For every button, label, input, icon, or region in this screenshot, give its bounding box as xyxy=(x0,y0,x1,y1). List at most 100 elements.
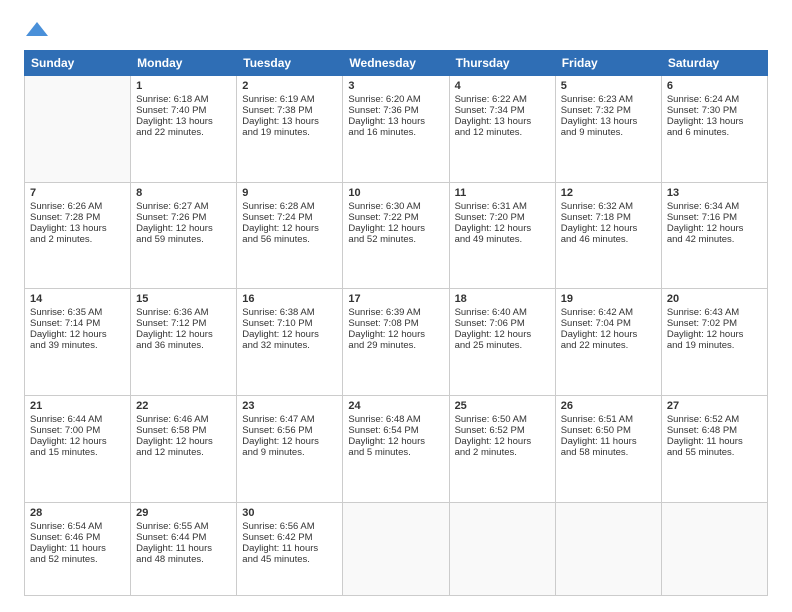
logo xyxy=(24,20,50,38)
calendar-cell: 6Sunrise: 6:24 AMSunset: 7:30 PMDaylight… xyxy=(661,76,767,183)
day-number: 5 xyxy=(561,80,656,92)
cell-info-line: and 39 minutes. xyxy=(30,340,125,351)
cell-info-line: Sunrise: 6:26 AM xyxy=(30,201,125,212)
day-number: 26 xyxy=(561,400,656,412)
day-number: 23 xyxy=(242,400,337,412)
cell-info-line: Sunset: 7:16 PM xyxy=(667,212,762,223)
cell-info-line: and 12 minutes. xyxy=(455,127,550,138)
cell-info-line: Daylight: 12 hours xyxy=(30,436,125,447)
day-number: 4 xyxy=(455,80,550,92)
cell-info-line: Sunset: 7:08 PM xyxy=(348,318,443,329)
calendar-cell: 20Sunrise: 6:43 AMSunset: 7:02 PMDayligh… xyxy=(661,289,767,396)
cell-info-line: Daylight: 12 hours xyxy=(136,329,231,340)
cell-info-line: and 25 minutes. xyxy=(455,340,550,351)
calendar-cell: 24Sunrise: 6:48 AMSunset: 6:54 PMDayligh… xyxy=(343,395,449,502)
day-number: 14 xyxy=(30,293,125,305)
cell-info-line: Sunrise: 6:27 AM xyxy=(136,201,231,212)
calendar-cell: 3Sunrise: 6:20 AMSunset: 7:36 PMDaylight… xyxy=(343,76,449,183)
col-header-tuesday: Tuesday xyxy=(237,51,343,76)
col-header-thursday: Thursday xyxy=(449,51,555,76)
cell-info-line: Sunset: 7:30 PM xyxy=(667,105,762,116)
cell-info-line: Sunset: 7:12 PM xyxy=(136,318,231,329)
calendar-cell: 27Sunrise: 6:52 AMSunset: 6:48 PMDayligh… xyxy=(661,395,767,502)
cell-info-line: and 19 minutes. xyxy=(667,340,762,351)
cell-info-line: and 48 minutes. xyxy=(136,554,231,565)
cell-info-line: Sunset: 6:46 PM xyxy=(30,532,125,543)
calendar-cell: 15Sunrise: 6:36 AMSunset: 7:12 PMDayligh… xyxy=(131,289,237,396)
day-number: 7 xyxy=(30,187,125,199)
day-number: 11 xyxy=(455,187,550,199)
cell-info-line: Daylight: 11 hours xyxy=(242,543,337,554)
cell-info-line: and 52 minutes. xyxy=(30,554,125,565)
cell-info-line: and 52 minutes. xyxy=(348,234,443,245)
cell-info-line: Sunset: 7:34 PM xyxy=(455,105,550,116)
cell-info-line: and 5 minutes. xyxy=(348,447,443,458)
day-number: 8 xyxy=(136,187,231,199)
calendar-cell: 30Sunrise: 6:56 AMSunset: 6:42 PMDayligh… xyxy=(237,502,343,595)
calendar-cell xyxy=(449,502,555,595)
cell-info-line: and 22 minutes. xyxy=(561,340,656,351)
calendar-cell: 26Sunrise: 6:51 AMSunset: 6:50 PMDayligh… xyxy=(555,395,661,502)
calendar-cell: 4Sunrise: 6:22 AMSunset: 7:34 PMDaylight… xyxy=(449,76,555,183)
cell-info-line: Sunrise: 6:19 AM xyxy=(242,94,337,105)
calendar-cell: 14Sunrise: 6:35 AMSunset: 7:14 PMDayligh… xyxy=(25,289,131,396)
day-number: 25 xyxy=(455,400,550,412)
cell-info-line: Sunrise: 6:56 AM xyxy=(242,521,337,532)
day-number: 3 xyxy=(348,80,443,92)
cell-info-line: Sunrise: 6:52 AM xyxy=(667,414,762,425)
cell-info-line: Sunrise: 6:46 AM xyxy=(136,414,231,425)
cell-info-line: Sunset: 7:32 PM xyxy=(561,105,656,116)
cell-info-line: Daylight: 13 hours xyxy=(561,116,656,127)
cell-info-line: Sunset: 7:04 PM xyxy=(561,318,656,329)
cell-info-line: Daylight: 11 hours xyxy=(667,436,762,447)
cell-info-line: Sunrise: 6:36 AM xyxy=(136,307,231,318)
cell-info-line: Daylight: 13 hours xyxy=(30,223,125,234)
day-number: 10 xyxy=(348,187,443,199)
cell-info-line: and 42 minutes. xyxy=(667,234,762,245)
cell-info-line: Daylight: 12 hours xyxy=(136,436,231,447)
cell-info-line: and 6 minutes. xyxy=(667,127,762,138)
calendar-cell: 9Sunrise: 6:28 AMSunset: 7:24 PMDaylight… xyxy=(237,182,343,289)
calendar-cell: 10Sunrise: 6:30 AMSunset: 7:22 PMDayligh… xyxy=(343,182,449,289)
cell-info-line: Sunrise: 6:48 AM xyxy=(348,414,443,425)
cell-info-line: Sunrise: 6:54 AM xyxy=(30,521,125,532)
cell-info-line: Sunrise: 6:22 AM xyxy=(455,94,550,105)
cell-info-line: Daylight: 12 hours xyxy=(561,329,656,340)
calendar-cell: 5Sunrise: 6:23 AMSunset: 7:32 PMDaylight… xyxy=(555,76,661,183)
day-number: 24 xyxy=(348,400,443,412)
day-number: 9 xyxy=(242,187,337,199)
cell-info-line: and 29 minutes. xyxy=(348,340,443,351)
day-number: 30 xyxy=(242,507,337,519)
cell-info-line: Sunrise: 6:38 AM xyxy=(242,307,337,318)
cell-info-line: Sunset: 7:02 PM xyxy=(667,318,762,329)
day-number: 2 xyxy=(242,80,337,92)
cell-info-line: Sunrise: 6:55 AM xyxy=(136,521,231,532)
cell-info-line: Sunset: 7:20 PM xyxy=(455,212,550,223)
cell-info-line: Sunrise: 6:31 AM xyxy=(455,201,550,212)
cell-info-line: and 45 minutes. xyxy=(242,554,337,565)
cell-info-line: and 56 minutes. xyxy=(242,234,337,245)
cell-info-line: Sunset: 7:28 PM xyxy=(30,212,125,223)
cell-info-line: and 9 minutes. xyxy=(561,127,656,138)
cell-info-line: and 46 minutes. xyxy=(561,234,656,245)
cell-info-line: Daylight: 12 hours xyxy=(455,436,550,447)
cell-info-line: Sunrise: 6:50 AM xyxy=(455,414,550,425)
cell-info-line: Sunrise: 6:44 AM xyxy=(30,414,125,425)
cell-info-line: Daylight: 12 hours xyxy=(348,223,443,234)
calendar-cell: 16Sunrise: 6:38 AMSunset: 7:10 PMDayligh… xyxy=(237,289,343,396)
col-header-sunday: Sunday xyxy=(25,51,131,76)
day-number: 27 xyxy=(667,400,762,412)
calendar-cell: 29Sunrise: 6:55 AMSunset: 6:44 PMDayligh… xyxy=(131,502,237,595)
cell-info-line: and 19 minutes. xyxy=(242,127,337,138)
cell-info-line: Sunrise: 6:42 AM xyxy=(561,307,656,318)
calendar-cell: 23Sunrise: 6:47 AMSunset: 6:56 PMDayligh… xyxy=(237,395,343,502)
cell-info-line: Daylight: 11 hours xyxy=(30,543,125,554)
day-number: 28 xyxy=(30,507,125,519)
cell-info-line: Daylight: 12 hours xyxy=(242,329,337,340)
cell-info-line: and 36 minutes. xyxy=(136,340,231,351)
calendar-cell: 7 Sunrise: 6:26 AMSunset: 7:28 PMDaylight… xyxy=(25,182,131,289)
day-number: 19 xyxy=(561,293,656,305)
cell-info-line: Sunset: 7:10 PM xyxy=(242,318,337,329)
cell-info-line: Sunrise: 6:40 AM xyxy=(455,307,550,318)
cell-info-line: and 2 minutes. xyxy=(455,447,550,458)
